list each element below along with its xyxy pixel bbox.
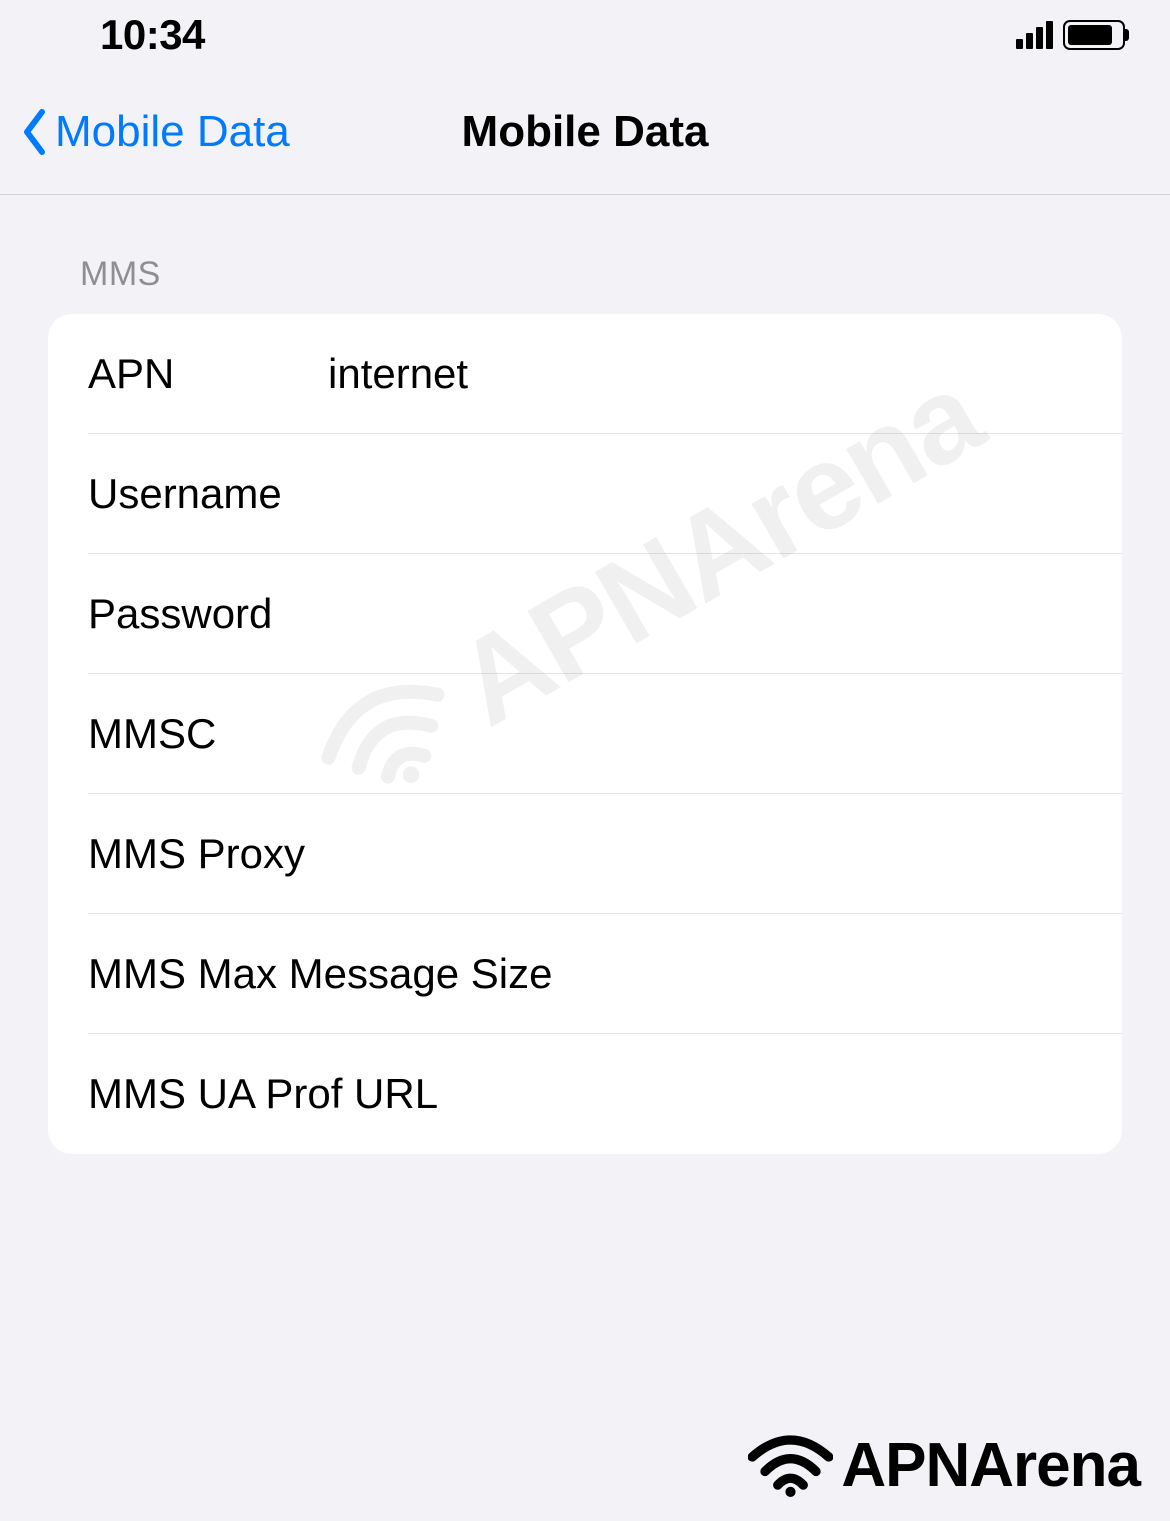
row-username[interactable]: Username: [48, 434, 1122, 554]
content: MMS APN Username Password MMSC MMS Proxy…: [0, 195, 1170, 1154]
row-label-mmsc: MMSC: [88, 710, 328, 758]
row-password[interactable]: Password: [48, 554, 1122, 674]
row-label-mms-proxy: MMS Proxy: [88, 830, 581, 878]
settings-group-mms: APN Username Password MMSC MMS Proxy MMS…: [48, 314, 1122, 1154]
row-mms-proxy[interactable]: MMS Proxy: [48, 794, 1122, 914]
input-apn[interactable]: [328, 350, 1122, 398]
row-label-mms-max-size: MMS Max Message Size: [88, 950, 1122, 998]
status-indicators: [1016, 20, 1125, 50]
row-mms-max-size[interactable]: MMS Max Message Size: [48, 914, 1122, 1034]
row-label-password: Password: [88, 590, 328, 638]
input-password[interactable]: [328, 590, 1122, 638]
input-mmsc[interactable]: [328, 710, 1122, 758]
back-label: Mobile Data: [55, 107, 290, 157]
cellular-signal-icon: [1016, 21, 1053, 49]
row-label-username: Username: [88, 470, 328, 518]
back-button[interactable]: Mobile Data: [20, 107, 290, 157]
row-label-mms-ua-prof: MMS UA Prof URL: [88, 1070, 1122, 1118]
status-bar: 10:34: [0, 0, 1170, 70]
row-apn[interactable]: APN: [48, 314, 1122, 434]
row-label-apn: APN: [88, 350, 328, 398]
wifi-brand-icon: [748, 1433, 833, 1498]
input-mms-proxy[interactable]: [581, 830, 1122, 878]
status-time: 10:34: [100, 11, 205, 59]
page-title: Mobile Data: [462, 107, 709, 157]
brand-logo: APNArena: [748, 1430, 1140, 1501]
input-username[interactable]: [328, 470, 1122, 518]
section-header-mms: MMS: [80, 255, 1122, 294]
row-mmsc[interactable]: MMSC: [48, 674, 1122, 794]
navigation-bar: Mobile Data Mobile Data: [0, 70, 1170, 195]
brand-text: APNArena: [841, 1430, 1140, 1501]
row-mms-ua-prof[interactable]: MMS UA Prof URL: [48, 1034, 1122, 1154]
battery-icon: [1063, 20, 1125, 50]
chevron-back-icon: [20, 107, 50, 157]
